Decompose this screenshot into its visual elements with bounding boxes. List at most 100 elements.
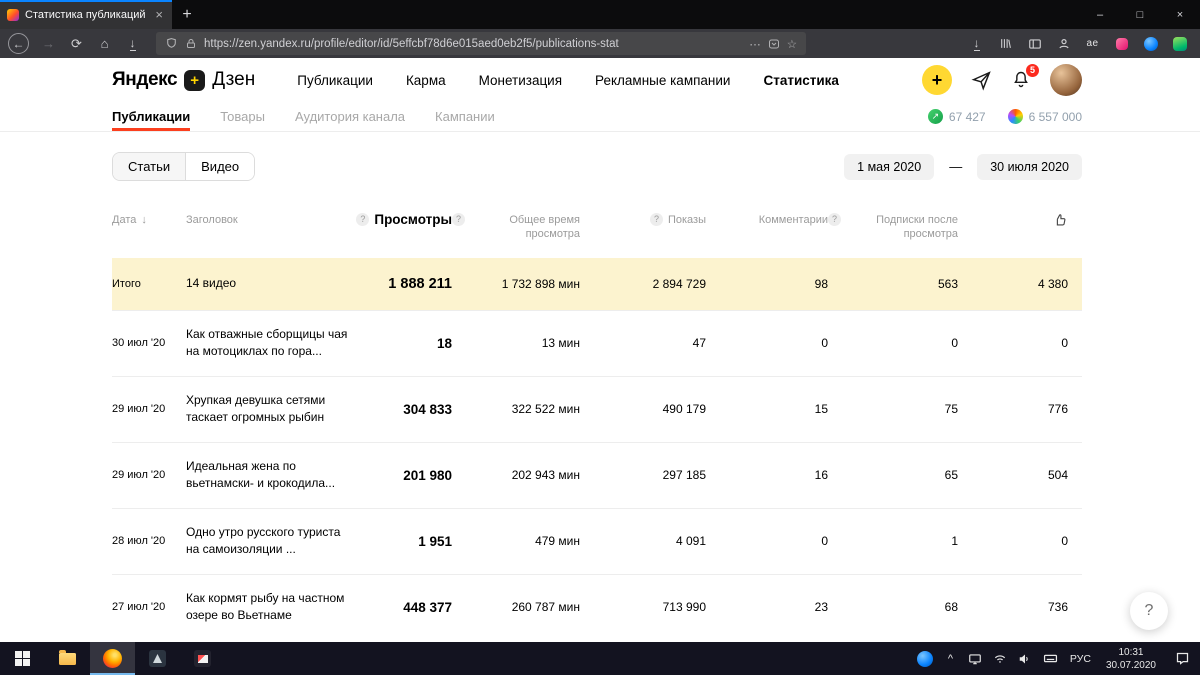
date-from-button[interactable]: 1 мая 2020 <box>844 153 935 180</box>
avatar[interactable] <box>1050 64 1082 96</box>
send-message-button[interactable] <box>971 70 992 91</box>
reload-button[interactable]: ⟳ <box>64 32 89 55</box>
lock-icon[interactable] <box>185 38 197 50</box>
thumbs-up-icon <box>1056 214 1066 226</box>
header-likes[interactable] <box>958 213 1082 228</box>
language-indicator[interactable]: РУС <box>1063 653 1098 665</box>
row-title[interactable]: Хрупкая девушка сетями таскает огромных … <box>186 392 368 427</box>
zen-page: Яндекс + Дзен Публикации Карма Монетизац… <box>0 58 1200 642</box>
tab-channel-audience[interactable]: Аудитория канала <box>295 102 405 131</box>
library-icon[interactable] <box>993 32 1018 55</box>
browser-tab[interactable]: Статистика публикаций | Янд × <box>0 0 172 29</box>
firefox-icon <box>103 649 122 668</box>
nav-item-karma[interactable]: Карма <box>406 73 446 88</box>
start-button[interactable] <box>0 642 45 675</box>
row-title[interactable]: Как отважные сборщицы чая на мотоциклах … <box>186 326 368 361</box>
file-explorer-button[interactable] <box>45 642 90 675</box>
tray-browser-update-icon[interactable] <box>913 642 938 675</box>
sort-down-icon: ↓ <box>141 214 147 226</box>
downloads-icon[interactable]: ↓ <box>964 32 989 55</box>
table-row[interactable]: 30 июл '20 Как отважные сборщицы чая на … <box>112 309 1082 376</box>
row-shows: 4 091 <box>675 534 706 549</box>
row-likes: 0 <box>1061 534 1068 549</box>
help-qmark-icon[interactable]: ? <box>452 213 465 226</box>
windows-logo-icon <box>15 651 30 666</box>
help-qmark-icon[interactable]: ? <box>649 213 663 226</box>
window-close-button[interactable]: × <box>1160 0 1200 29</box>
extension-blue-icon[interactable] <box>1138 32 1163 55</box>
summary-count: 14 видео <box>186 275 237 290</box>
nav-item-publications[interactable]: Публикации <box>297 73 373 88</box>
notifications-bell-icon[interactable]: 5 <box>1011 64 1039 90</box>
url-text[interactable]: https://zen.yandex.ru/profile/editor/id/… <box>204 38 742 50</box>
tab-close-icon[interactable]: × <box>153 7 165 22</box>
date-to-button[interactable]: 30 июля 2020 <box>977 153 1082 180</box>
header-comments: Комментарии <box>758 214 828 226</box>
logo-dzen-text: Дзен <box>212 69 256 90</box>
header-date[interactable]: Дата ↓ <box>112 213 186 227</box>
zen-logo[interactable]: Яндекс + Дзен <box>112 69 255 91</box>
tab-products[interactable]: Товары <box>220 102 265 131</box>
taskbar-clock[interactable]: 10:31 30.07.2020 <box>1098 646 1164 672</box>
create-post-button[interactable]: + <box>922 65 952 95</box>
header-shows[interactable]: ? Показы <box>580 213 706 227</box>
home-button[interactable]: ⌂ <box>92 32 117 55</box>
row-title[interactable]: Как кормят рыбу на частном озере во Вьет… <box>186 590 368 625</box>
pocket-icon[interactable] <box>768 38 780 50</box>
wifi-icon[interactable] <box>988 642 1013 675</box>
table-row[interactable]: 27 июл '20 Как кормят рыбу на частном оз… <box>112 573 1082 640</box>
volume-icon[interactable] <box>1013 642 1038 675</box>
header-watch-time[interactable]: ? Общее время просмотра <box>452 213 580 242</box>
action-center-button[interactable] <box>1164 642 1200 675</box>
extension-ae-icon[interactable]: ae <box>1080 32 1105 55</box>
zen-subnav: Публикации Товары Аудитория канала Кампа… <box>0 102 1200 132</box>
firefox-taskbar-button[interactable] <box>90 642 135 675</box>
account-icon[interactable] <box>1051 32 1076 55</box>
nav-item-statistics[interactable]: Статистика <box>763 73 838 88</box>
pinned-app-2-button[interactable] <box>180 642 225 675</box>
touch-keyboard-icon[interactable] <box>1038 642 1063 675</box>
tab-publications[interactable]: Публикации <box>112 102 191 131</box>
row-likes: 504 <box>1047 468 1068 483</box>
green-arrow-icon: ↗ <box>927 109 943 124</box>
table-row[interactable]: 29 июл '20 Идеальная жена по вьетнамски-… <box>112 441 1082 508</box>
sidebar-icon[interactable] <box>1022 32 1047 55</box>
browser-toolbar: ← → ⟳ ⌂ ↓ https://zen.yandex.ru/profile/… <box>0 29 1200 58</box>
filter-video-button[interactable]: Видео <box>185 153 255 180</box>
help-qmark-icon[interactable]: ? <box>828 213 841 226</box>
pinned-app-1-button[interactable] <box>135 642 180 675</box>
system-tray: ^ РУС 10:31 30.07.2020 <box>913 642 1200 675</box>
hidden-icons-chevron[interactable]: ^ <box>938 642 963 675</box>
tracking-protection-shield-icon[interactable] <box>165 37 178 50</box>
back-button[interactable]: ← <box>8 33 29 54</box>
row-views: 201 980 <box>403 467 452 483</box>
help-qmark-icon[interactable]: ? <box>356 213 370 226</box>
forward-button[interactable]: → <box>36 32 61 55</box>
window-minimize-button[interactable]: – <box>1080 0 1120 29</box>
new-tab-button[interactable]: + <box>172 0 202 29</box>
extension-pink-icon[interactable] <box>1109 32 1134 55</box>
extension-green-icon[interactable] <box>1167 32 1192 55</box>
save-page-extension-icon[interactable]: ↓ <box>120 32 145 55</box>
row-title[interactable]: Идеальная жена по вьетнамски- и крокодил… <box>186 458 368 493</box>
nav-item-ad-campaigns[interactable]: Рекламные кампании <box>595 73 730 88</box>
help-button[interactable]: ? <box>1130 592 1168 630</box>
header-subscriptions[interactable]: ? Подписки после просмотра <box>828 213 958 242</box>
page-actions-more-icon[interactable]: ⋯ <box>749 37 761 51</box>
table-row[interactable]: 29 июл '20 Хрупкая девушка сетями таскае… <box>112 375 1082 442</box>
tab-campaigns[interactable]: Кампании <box>435 102 495 131</box>
filter-articles-button[interactable]: Статьи <box>113 153 186 180</box>
row-title[interactable]: Одно утро русского туриста на самоизоляц… <box>186 524 368 559</box>
table-row[interactable]: 28 июл '20 Одно утро русского туриста на… <box>112 507 1082 574</box>
channel-stat-left[interactable]: ↗ 67 427 <box>927 109 986 124</box>
bookmark-star-icon[interactable]: ☆ <box>787 37 797 51</box>
channel-stat-right[interactable]: 6 557 000 <box>1007 109 1082 124</box>
row-subs: 0 <box>951 336 958 351</box>
channel-stats: ↗ 67 427 6 557 000 <box>927 109 1082 124</box>
display-icon[interactable] <box>963 642 988 675</box>
nav-item-monetization[interactable]: Монетизация <box>479 73 562 88</box>
url-bar[interactable]: https://zen.yandex.ru/profile/editor/id/… <box>156 32 806 55</box>
zen-main-nav: Публикации Карма Монетизация Рекламные к… <box>297 73 839 88</box>
header-views[interactable]: ? Просмотры <box>356 213 452 227</box>
window-maximize-button[interactable]: □ <box>1120 0 1160 29</box>
